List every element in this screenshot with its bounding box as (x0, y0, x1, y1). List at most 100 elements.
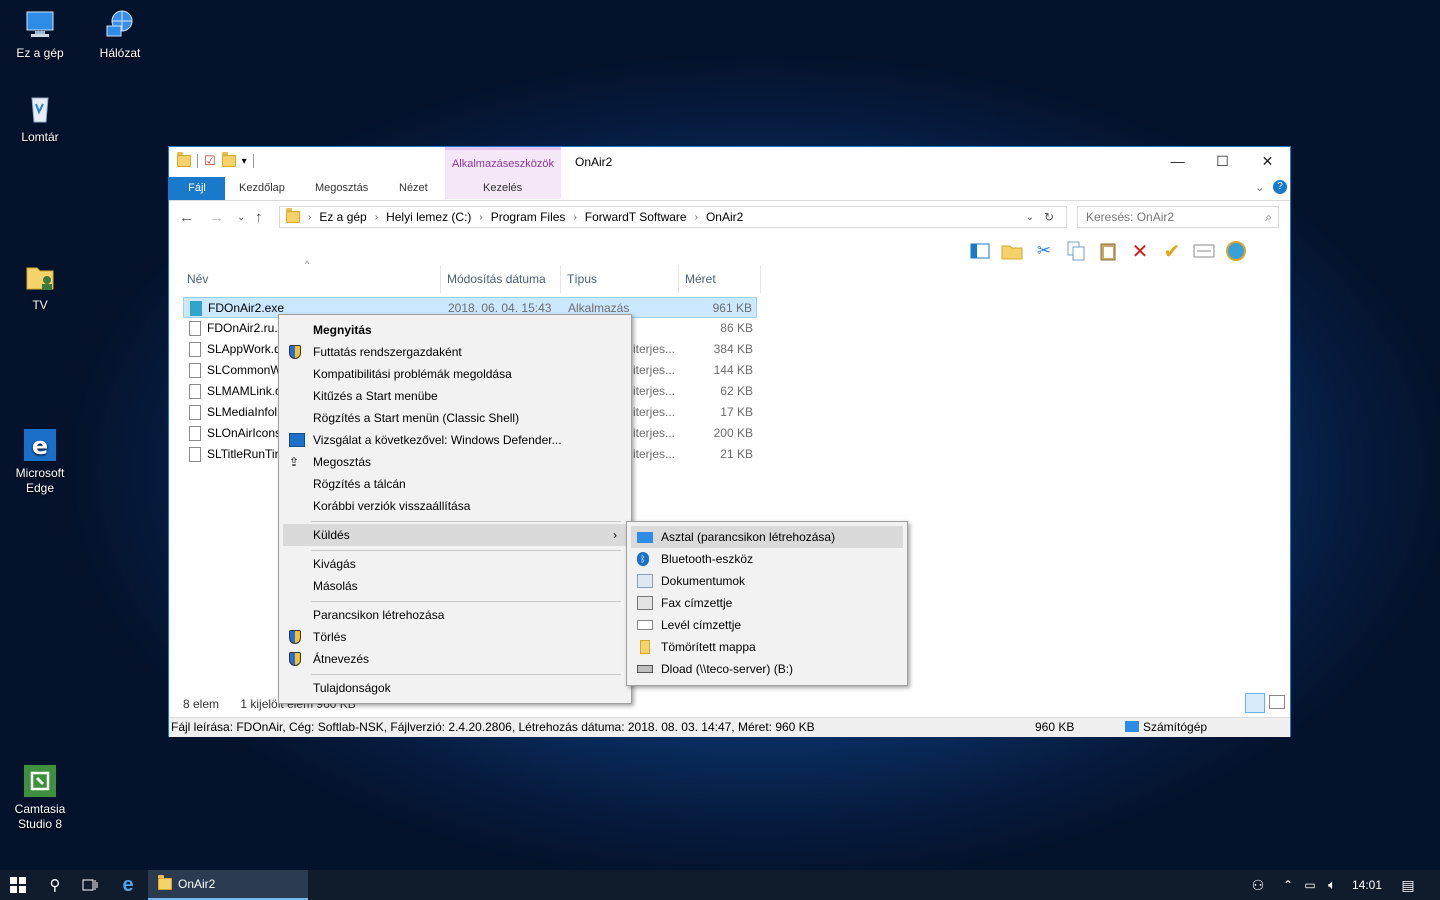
help-icon[interactable]: ? (1273, 180, 1287, 194)
send-to-bluetooth[interactable]: ᛒ Bluetooth-eszköz (631, 548, 903, 570)
expand-ribbon-icon[interactable]: ⌄ (1255, 181, 1264, 194)
column-header-type[interactable]: Típus (561, 265, 679, 293)
delete-icon[interactable]: ✕ (1129, 240, 1151, 263)
edge-taskbar-icon[interactable]: e (110, 870, 146, 900)
footer-size: 960 KB (1035, 720, 1075, 734)
large-icons-view-icon[interactable] (1269, 695, 1285, 709)
send-to-zip[interactable]: Tömörített mappa (631, 636, 903, 658)
send-to-desktop[interactable]: Asztal (parancsikon létrehozása) (631, 526, 903, 548)
tab-file[interactable]: Fájl (169, 177, 225, 200)
recycle-bin-icon (23, 92, 57, 126)
menu-item-open[interactable]: Megnyitás (283, 319, 627, 341)
column-header-name[interactable]: Név (181, 265, 441, 293)
desktop-icon-network[interactable]: Hálózat (80, 8, 160, 61)
start-button[interactable] (0, 870, 36, 900)
people-icon[interactable]: ⚇ (1246, 870, 1270, 900)
action-center-icon[interactable]: ▤ (1396, 870, 1420, 900)
folder-options-icon[interactable] (1001, 240, 1023, 262)
volume-icon[interactable]: 🔈︎ (1322, 870, 1342, 900)
menu-item-pin-classic-shell[interactable]: Rögzítés a Start menün (Classic Shell) (283, 407, 627, 429)
tab-home[interactable]: Kezdőlap (231, 177, 293, 200)
desktop-icon-label: TV (32, 298, 48, 312)
send-to-mail[interactable]: Levél címzettje (631, 614, 903, 636)
svg-text:e: e (32, 432, 48, 460)
menu-item-cut[interactable]: Kivágás (283, 553, 627, 575)
rename-icon[interactable]: ✔ (1161, 240, 1183, 263)
menu-item-restore-versions[interactable]: Korábbi verziók visszaállítása (283, 495, 627, 517)
tab-manage[interactable]: Kezelés (475, 177, 529, 200)
breadcrumb-item[interactable]: Ez a gép (319, 210, 366, 224)
properties-icon[interactable] (1193, 240, 1215, 262)
new-folder-icon[interactable] (221, 152, 236, 167)
menu-item-troubleshoot-compatibility[interactable]: Kompatibilitási problémák megoldása (283, 363, 627, 385)
user-folder-icon (23, 260, 57, 294)
show-hidden-icons-icon[interactable]: ⌃ (1278, 870, 1298, 900)
send-to-fax[interactable]: Fax címzettje (631, 592, 903, 614)
file-icon (189, 321, 201, 336)
address-bar[interactable]: › Ez a gép › Helyi lemez (C:) › Program … (279, 206, 1067, 228)
search-icon[interactable]: ⚲ (38, 870, 72, 900)
navigation-pane-icon[interactable] (969, 240, 991, 262)
menu-item-send-to[interactable]: Küldés › (283, 524, 627, 546)
breadcrumb-item[interactable]: Helyi lemez (C:) (386, 210, 471, 224)
context-menu: Megnyitás Futtatás rendszergazdaként Kom… (278, 314, 632, 704)
cut-icon[interactable]: ✂ (1033, 240, 1055, 262)
copy-icon[interactable] (1065, 240, 1087, 262)
search-icon: ⌕ (1265, 210, 1272, 224)
dll-file-icon (189, 426, 201, 441)
desktop-icon-recycle-bin[interactable]: Lomtár (0, 92, 80, 145)
navigation-bar: ← → ⌄ ↑ › Ez a gép › Helyi lemez (C:) › … (169, 205, 1290, 231)
up-arrow-icon[interactable]: ↑ (255, 209, 263, 226)
menu-item-share[interactable]: ⇪ Megosztás (283, 451, 627, 473)
dll-file-icon (189, 363, 201, 378)
details-view-icon[interactable] (1245, 693, 1265, 713)
desktop-icon-label: Hálózat (99, 46, 141, 60)
maximize-button[interactable]: ☐ (1200, 147, 1245, 175)
dll-file-icon (189, 405, 201, 420)
desktop-icon-tv[interactable]: TV (0, 260, 80, 313)
send-to-network-drive[interactable]: Dload (\\teco-server) (B:) (631, 658, 903, 680)
menu-item-rename[interactable]: Átnevezés (283, 648, 627, 670)
properties-icon[interactable]: ☑ (204, 153, 216, 169)
breadcrumb-item[interactable]: Program Files (491, 210, 566, 224)
desktop-icon-label: Ez a gép (16, 46, 64, 60)
clock[interactable]: 14:01 (1346, 870, 1388, 900)
address-dropdown-icon[interactable]: ⌄ (1026, 212, 1034, 223)
desktop-icon-this-pc[interactable]: Ez a gép (0, 8, 80, 61)
menu-item-create-shortcut[interactable]: Parancsikon létrehozása (283, 604, 627, 626)
menu-item-pin-taskbar[interactable]: Rögzítés a tálcán (283, 473, 627, 495)
menu-item-copy[interactable]: Másolás (283, 575, 627, 597)
task-view-icon[interactable] (72, 870, 108, 900)
menu-item-scan-defender[interactable]: Vizsgálat a következővel: Windows Defend… (283, 429, 627, 451)
breadcrumb-item[interactable]: ForwardT Software (585, 210, 687, 224)
paste-icon[interactable] (1097, 240, 1119, 262)
menu-item-delete[interactable]: Törlés (283, 626, 627, 648)
minimize-button[interactable]: — (1155, 147, 1200, 175)
send-to-documents[interactable]: Dokumentumok (631, 570, 903, 592)
dll-file-icon (189, 384, 201, 399)
refresh-icon[interactable]: ↻ (1044, 210, 1054, 224)
network-tray-icon[interactable]: ▭ (1300, 870, 1320, 900)
column-header-date[interactable]: Módosítás dátuma (441, 265, 561, 293)
column-header-size[interactable]: Méret (679, 265, 761, 293)
forward-arrow-icon[interactable]: → (209, 209, 224, 226)
desktop-icon-camtasia[interactable]: Camtasia Studio 8 (0, 764, 80, 832)
taskbar-app-onair2[interactable]: OnAir2 (148, 870, 308, 900)
desktop-icon-edge[interactable]: e Microsoft Edge (0, 428, 80, 496)
classic-shell-icon[interactable] (1225, 240, 1247, 262)
recent-locations-icon[interactable]: ⌄ (237, 212, 245, 223)
tab-share[interactable]: Megosztás (307, 177, 376, 200)
menu-item-properties[interactable]: Tulajdonságok (283, 677, 627, 699)
computer-icon (1125, 721, 1139, 732)
customize-qat-icon[interactable]: ▾ (242, 156, 247, 167)
back-arrow-icon[interactable]: ← (179, 209, 194, 226)
desktop-icon-label: Microsoft Edge (15, 466, 65, 495)
search-input[interactable]: Keresés: OnAir2 ⌕ (1077, 206, 1279, 228)
shield-icon (289, 345, 301, 359)
breadcrumb-item[interactable]: OnAir2 (706, 210, 743, 224)
tab-view[interactable]: Nézet (391, 177, 436, 200)
menu-item-pin-to-start[interactable]: Kitűzés a Start menübe (283, 385, 627, 407)
menu-item-run-as-admin[interactable]: Futtatás rendszergazdaként (283, 341, 627, 363)
close-button[interactable]: ✕ (1245, 147, 1290, 175)
network-icon (103, 8, 137, 42)
